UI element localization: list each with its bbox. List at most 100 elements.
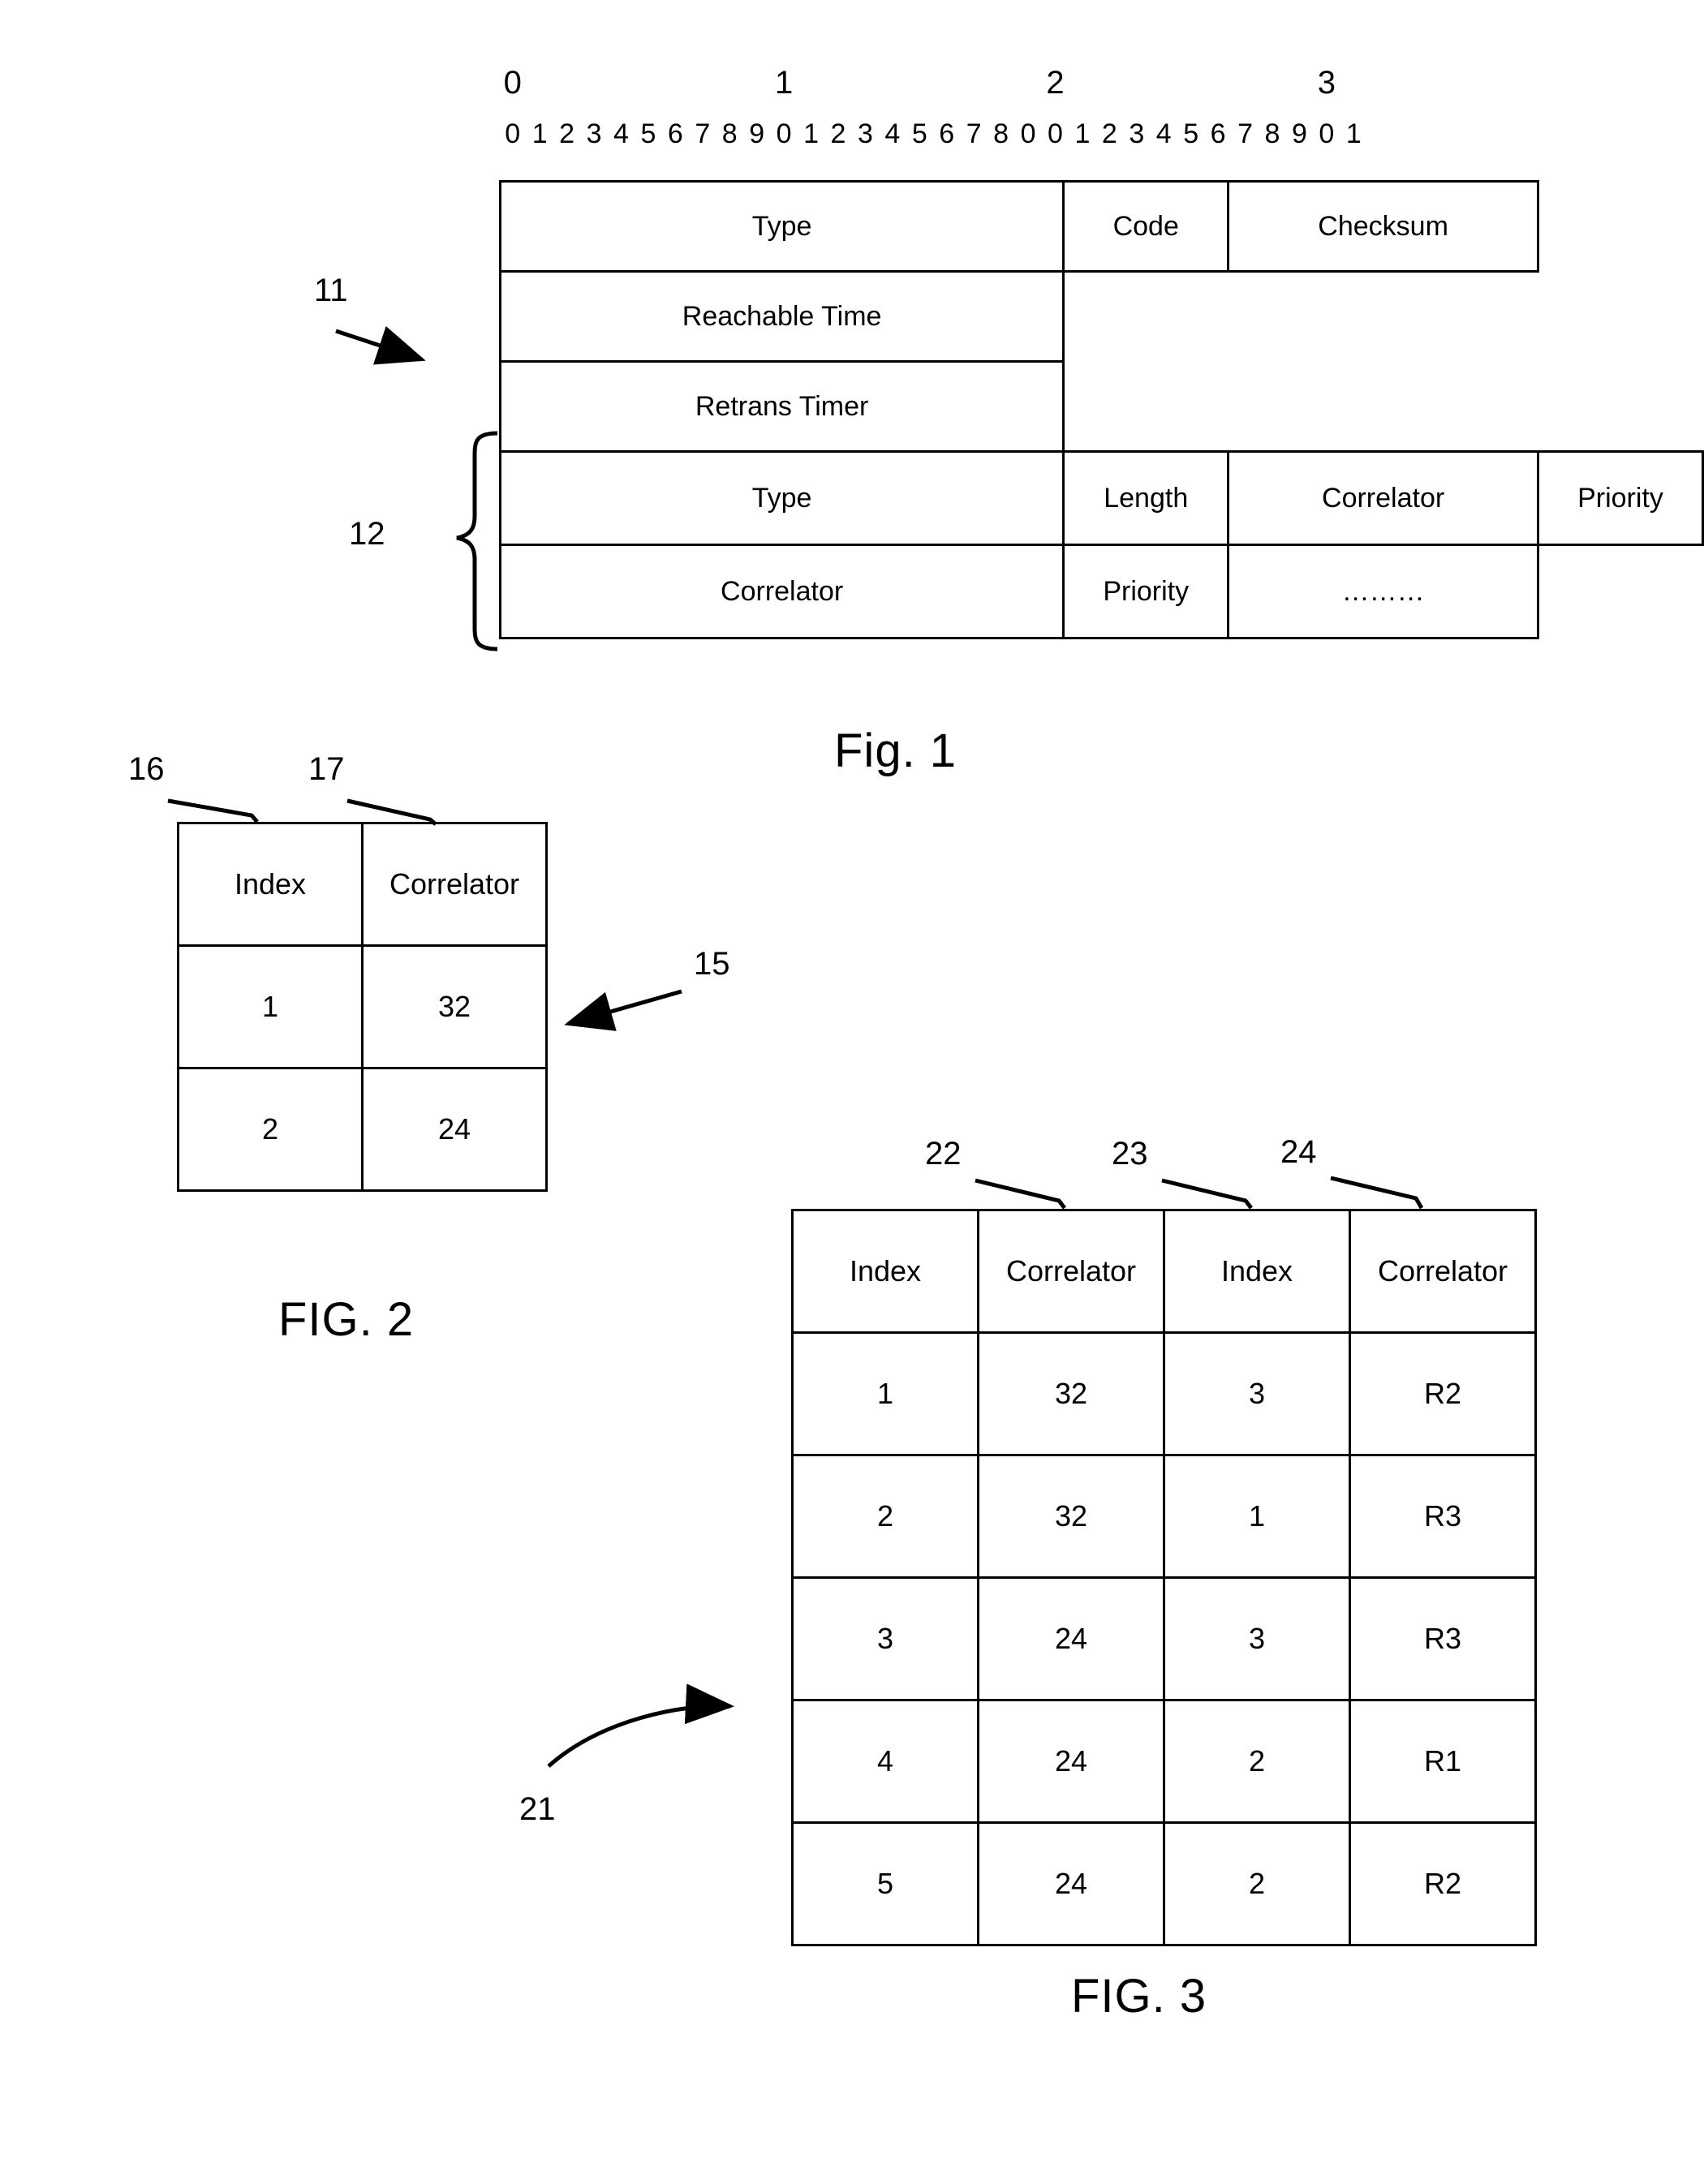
bit-label-13: 3 [857,118,873,149]
figure2-cell-r1-c1: 24 [361,1067,548,1192]
bit-label-11: 1 [803,118,819,149]
figure3-table-row: 3 24 3 R3 [791,1576,1537,1701]
figure3-header-row: Index Correlator Index Correlator [791,1209,1537,1334]
bit-label-30: 0 [1319,118,1335,149]
leader-line-16 [167,798,259,823]
leader-line-23 [1161,1178,1253,1210]
figure3-table-row: 5 24 2 R2 [791,1821,1537,1946]
bit-label-5: 5 [640,118,656,149]
figure3-column-header-2: Index [1163,1209,1351,1334]
reference-numeral-23: 23 [1112,1136,1148,1172]
bit-label-31: 1 [1345,118,1362,149]
leader-line-24 [1330,1176,1424,1210]
figure2-header-row: Index Correlator [177,822,548,947]
figure1-field-correlator: Correlator [498,544,1065,639]
bit-label-27: 7 [1237,118,1253,149]
bit-label-25: 5 [1183,118,1199,149]
figure3-cell-r0-c0: 1 [791,1331,979,1456]
figure3-cell-r2-c1: 24 [977,1576,1165,1701]
figure3-cell-r1-c1: 32 [977,1454,1165,1579]
reference-numeral-17: 17 [308,751,345,787]
figure3-cell-r3-c1: 24 [977,1699,1165,1824]
bit-label-10: 0 [776,118,792,149]
leader-line-11 [335,326,426,365]
figure1-field-retrans-timer: Retrans Timer [498,360,1065,453]
reference-numeral-12: 12 [349,516,385,552]
leader-line-21 [547,1683,734,1768]
brace-12 [456,431,498,651]
figure1-field-: ……… [1227,544,1539,639]
figure2-correlator-table: Index Correlator 1 32 2 24 [177,822,548,1192]
bit-label-24: 4 [1155,118,1172,149]
bit-label-12: 2 [830,118,846,149]
bit-label-26: 6 [1210,118,1226,149]
figure2-column-header-1: Correlator [361,822,548,947]
figure1-field-correlator: Correlator [1227,450,1539,546]
bit-label-6: 6 [667,118,683,149]
reference-numeral-24: 24 [1280,1134,1317,1170]
bit-label-8: 8 [721,118,738,149]
bit-label-14: 4 [884,118,901,149]
leader-line-15 [564,989,682,1031]
figure3-cell-r0-c1: 32 [977,1331,1165,1456]
figure1-field-priority: Priority [1536,450,1704,546]
figure1-field-type: Type [498,180,1065,273]
figure2-column-header-0: Index [177,822,364,947]
figure1-row-2: Retrans Timer [498,360,1703,453]
figure3-cell-r4-c2: 2 [1163,1821,1351,1946]
bit-label-1: 1 [531,118,548,149]
figure3-caption: FIG. 3 [1071,1970,1207,2023]
bit-decade-label-1: 1 [774,65,794,101]
bit-label-28: 8 [1264,118,1280,149]
figure3-cell-r4-c0: 5 [791,1821,979,1946]
figure3-cell-r1-c2: 1 [1163,1454,1351,1579]
figure3-cell-r3-c3: R1 [1349,1699,1537,1824]
figure1-row-0: Type Code Checksum [498,180,1703,273]
figure3-column-header-0: Index [791,1209,979,1334]
figure1-packet-table: Type Code Checksum Reachable Time Retrans Ti… [498,180,1704,639]
bit-label-20: 0 [1048,118,1063,149]
bit-label-2: 2 [559,118,575,149]
figure1-field-length: Length [1062,450,1230,546]
figure2-table-row: 1 32 [177,944,548,1069]
bit-label-23: 3 [1129,118,1145,149]
figure3-cell-r2-c3: R3 [1349,1576,1537,1701]
bit-label-15: 5 [911,118,927,149]
figure3-cell-r1-c3: R3 [1349,1454,1537,1579]
figure2-cell-r0-c0: 1 [177,944,364,1069]
figure1-field-priority: Priority [1062,544,1230,639]
bit-label-16: 6 [939,118,955,149]
figure1-field-code: Code [1062,180,1230,273]
figure3-table-row: 1 32 3 R2 [791,1331,1537,1456]
figure3-correlator-table: Index Correlator Index Correlator 1 32 3 R2 2 32 1… [791,1209,1537,1946]
leader-line-17 [346,798,437,826]
figure3-cell-r1-c0: 2 [791,1454,979,1579]
bit-label-0: 0 [505,118,521,149]
figure2-caption: FIG. 2 [278,1293,415,1346]
bit-label-29: 9 [1291,118,1307,149]
figure3-cell-r3-c0: 4 [791,1699,979,1824]
figure1-row-3: Type Length Correlator Priority [498,450,1704,546]
reference-numeral-15: 15 [694,946,730,982]
figure3-column-header-3: Correlator [1349,1209,1537,1334]
bit-label-9: 9 [749,118,765,149]
figure1-caption: Fig. 1 [834,724,957,777]
figure1-field-checksum: Checksum [1227,180,1539,273]
bit-label-3: 3 [586,118,602,149]
figure3-table-row: 4 24 2 R1 [791,1699,1537,1824]
bit-decade-label-3: 3 [1317,65,1336,101]
figure3-cell-r3-c2: 2 [1163,1699,1351,1824]
bit-ruler-bit-labels: 01234567890123456780012345678901 [499,114,1367,154]
figure3-cell-r2-c2: 3 [1163,1576,1351,1701]
bit-label-7: 7 [695,118,711,149]
figure3-column-header-1: Correlator [977,1209,1165,1334]
bit-label-22: 2 [1101,118,1117,149]
figure1-row-1: Reachable Time [498,270,1703,363]
bit-decade-label-2: 2 [1046,65,1065,101]
figure1-field-type: Type [498,450,1065,546]
bit-label-17: 7 [966,118,982,149]
figure2-cell-r1-c0: 2 [177,1067,364,1192]
figure3-cell-r2-c0: 3 [791,1576,979,1701]
reference-numeral-11: 11 [314,273,348,308]
bit-label-4: 4 [613,118,629,149]
